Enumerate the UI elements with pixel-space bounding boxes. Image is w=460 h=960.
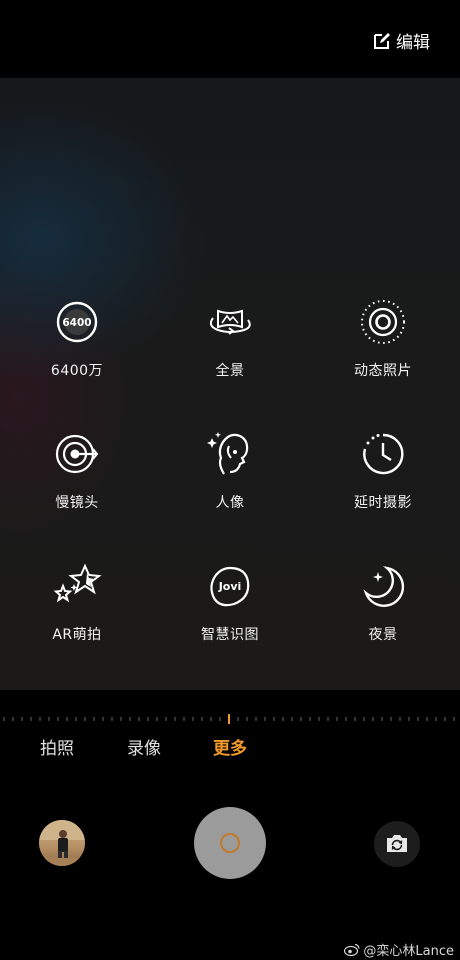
panorama-icon <box>209 309 251 335</box>
tab-photo[interactable]: 拍照 <box>40 734 74 759</box>
mode-label: 智慧识图 <box>201 627 259 643</box>
edit-button[interactable]: 编辑 <box>372 28 430 53</box>
mode-panorama[interactable]: 全景 <box>160 296 300 380</box>
tab-more[interactable]: 更多 <box>213 734 247 759</box>
mode-portrait[interactable]: 人像 <box>160 428 300 512</box>
mode-label: 全景 <box>215 363 245 379</box>
mode-label: 动态照片 <box>354 363 412 379</box>
jovi-icon-text: Jovi <box>218 580 242 593</box>
slow-motion-icon <box>55 434 99 474</box>
mode-label: AR萌拍 <box>52 627 102 643</box>
mode-label: 夜景 <box>368 627 398 643</box>
mode-label: 慢镜头 <box>55 495 99 511</box>
portrait-icon <box>207 432 249 475</box>
watermark-text: @栾心林Lance <box>363 944 454 959</box>
64mp-icon: 6400 <box>56 301 98 343</box>
mode-label: 6400万 <box>50 363 104 379</box>
top-bar: 编辑 <box>0 0 460 78</box>
ar-stickers-icon <box>53 563 102 603</box>
mode-slow-motion[interactable]: 慢镜头 <box>7 428 147 512</box>
mode-ar-stickers[interactable]: AR萌拍 <box>7 560 147 644</box>
mode-night[interactable]: 夜景 <box>313 560 453 644</box>
mode-label: 延时摄影 <box>354 495 412 511</box>
mode-live-photo[interactable]: 动态照片 <box>313 296 453 380</box>
tab-video[interactable]: 录像 <box>127 734 161 759</box>
night-mode-icon <box>363 566 405 607</box>
capture-controls: @栾心林Lance <box>0 764 460 960</box>
shutter-ring <box>220 833 240 853</box>
edit-icon <box>374 32 390 49</box>
switch-camera-icon <box>387 835 407 852</box>
64mp-icon-text: 6400 <box>62 317 91 329</box>
weibo-watermark: @栾心林Lance <box>344 940 454 959</box>
dial-ticks <box>3 714 455 724</box>
more-modes-panel: 6400 6400万 全景 动态照片 慢镜头 人像 延时摄影 AR萌拍 Jovi… <box>0 78 460 690</box>
mode-jovi-vision[interactable]: Jovi 智慧识图 <box>160 560 300 644</box>
mode-tabs: 拍照 录像 更多 <box>0 730 460 764</box>
live-photo-icon <box>361 300 405 344</box>
gallery-thumbnail-image <box>39 820 85 866</box>
switch-camera-button[interactable] <box>374 821 420 867</box>
jovi-vision-icon: Jovi <box>210 566 250 607</box>
mode-64mp[interactable]: 6400 6400万 <box>7 296 147 380</box>
mode-dial[interactable] <box>0 690 460 730</box>
weibo-icon <box>344 943 360 956</box>
edit-label: 编辑 <box>396 33 430 53</box>
shutter-button[interactable] <box>194 807 266 879</box>
mode-label: 人像 <box>215 495 245 511</box>
gallery-thumbnail[interactable] <box>39 820 85 866</box>
mode-timelapse[interactable]: 延时摄影 <box>313 428 453 512</box>
timelapse-icon <box>363 433 404 475</box>
